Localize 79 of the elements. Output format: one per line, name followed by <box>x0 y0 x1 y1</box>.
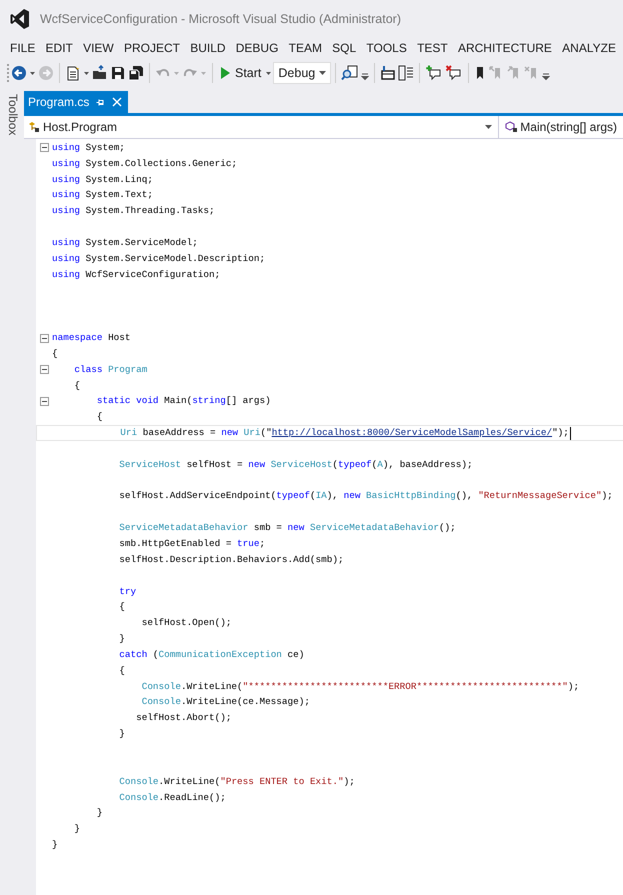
menu-item[interactable]: FILE <box>9 39 36 57</box>
code-line: } <box>118 727 125 742</box>
find-icon[interactable] <box>341 65 360 81</box>
code-line: static void Main(string[] args) <box>96 394 271 408</box>
code-line: using System.Collections.Generic; <box>52 156 238 171</box>
code-line: selfHost.Abort(); <box>135 711 232 726</box>
save-icon[interactable] <box>110 65 126 81</box>
comment-remove-icon[interactable] <box>445 65 464 81</box>
class-icon <box>28 121 40 133</box>
menu-item[interactable]: TOOLS <box>365 39 408 57</box>
back-icon[interactable] <box>11 65 27 81</box>
menu-item[interactable]: PROJECT <box>122 39 181 57</box>
menu-item[interactable]: ARCHITECTURE <box>456 39 553 57</box>
code-line: } <box>73 822 80 836</box>
code-line: using System.Threading.Tasks; <box>52 204 215 218</box>
code-line: selfHost.Open(); <box>140 616 232 630</box>
code-line: ServiceMetadataBehavior smb = new ServiceMetadataBehavior(); <box>118 521 456 536</box>
new-project-icon[interactable] <box>65 65 81 81</box>
code-line: { <box>118 600 125 614</box>
menu-item[interactable]: BUILD <box>189 39 227 57</box>
menu-item[interactable]: EDIT <box>44 39 74 57</box>
app-logo-icon <box>10 8 30 30</box>
window-icon[interactable] <box>380 65 396 81</box>
collapse-icon[interactable] <box>40 365 48 374</box>
method-icon <box>505 121 518 133</box>
menu-item[interactable]: DEBUG <box>234 39 280 57</box>
play-icon <box>220 67 230 79</box>
pin-icon[interactable] <box>96 98 106 106</box>
menu-item[interactable]: TEST <box>416 39 449 57</box>
toolbar-grip[interactable] <box>6 63 10 83</box>
code-line: using System.ServiceModel; <box>52 236 198 250</box>
collapse-icon[interactable] <box>40 143 48 152</box>
code-line: try <box>118 584 136 599</box>
code-line: { <box>73 378 80 393</box>
caret-icon <box>485 125 492 129</box>
code-line: { <box>118 664 125 678</box>
caret-icon <box>319 71 326 75</box>
document-tab[interactable]: Program.cs <box>24 91 128 113</box>
code-line: catch (CommunicationException ce) <box>118 648 304 662</box>
window-title: WcfServiceConfiguration - Microsoft Visual Studio (Administrator) <box>40 10 402 28</box>
collapse-icon[interactable] <box>40 396 48 406</box>
code-line: smb.HttpGetEnabled = true; <box>118 537 266 551</box>
configuration-dropdown[interactable]: Debug <box>273 62 332 84</box>
code-line: { <box>96 410 102 424</box>
collapse-icon[interactable] <box>40 334 48 343</box>
code-line: selfHost.Description.Behaviors.Add(smb); <box>118 552 344 567</box>
toolbox-tab[interactable]: Toolbox <box>4 94 22 136</box>
menu-item[interactable]: VIEW <box>82 39 115 57</box>
text-cursor <box>570 426 571 440</box>
code-line: Uri baseAddress = new Uri("http://localhost:8000/ServiceModelSamples/Service/"); <box>119 426 569 440</box>
member-dropdown[interactable]: Main(string[] args) <box>499 116 623 138</box>
code-line: } <box>52 838 58 852</box>
code-line: } <box>118 632 125 646</box>
code-line: Console.ReadLine(); <box>118 790 226 804</box>
menu-item[interactable]: TEAM <box>288 39 323 57</box>
code-line: Console.WriteLine("*************************ERROR**************************"); <box>140 680 580 694</box>
list-icon[interactable] <box>398 65 414 81</box>
start-button[interactable]: Start <box>217 62 264 84</box>
code-line: using System.ServiceModel.Description; <box>52 252 266 266</box>
code-line: ServiceHost selfHost = new ServiceHost(typeof(A), baseAddress); <box>118 458 473 472</box>
code-line: namespace Host <box>52 331 131 346</box>
code-line: using WcfServiceConfiguration; <box>52 268 220 282</box>
code-line: { <box>52 346 58 361</box>
comment-add-icon[interactable] <box>425 65 444 81</box>
code-line: Console.WriteLine(ce.Message); <box>140 695 310 710</box>
code-line: selfHost.AddServiceEndpoint(typeof(IA), new BasicHttpBinding(), "ReturnMessageService"); <box>118 489 613 504</box>
code-line: Console.WriteLine("Press ENTER to Exit."); <box>118 774 355 789</box>
open-file-icon[interactable] <box>92 65 108 81</box>
close-icon[interactable] <box>112 97 122 107</box>
save-all-icon[interactable] <box>128 65 144 81</box>
code-line: using System; <box>52 140 125 155</box>
menu-item[interactable]: SQL <box>331 39 358 57</box>
type-dropdown[interactable]: Host.Program <box>24 116 500 138</box>
tab-label: Program.cs <box>28 94 90 111</box>
code-line: using System.Linq; <box>52 172 153 187</box>
code-line: } <box>96 806 102 820</box>
code-line: class Program <box>73 362 148 377</box>
code-line: using System.Text; <box>52 188 153 202</box>
menu-item[interactable]: ANALYZE <box>561 39 617 57</box>
